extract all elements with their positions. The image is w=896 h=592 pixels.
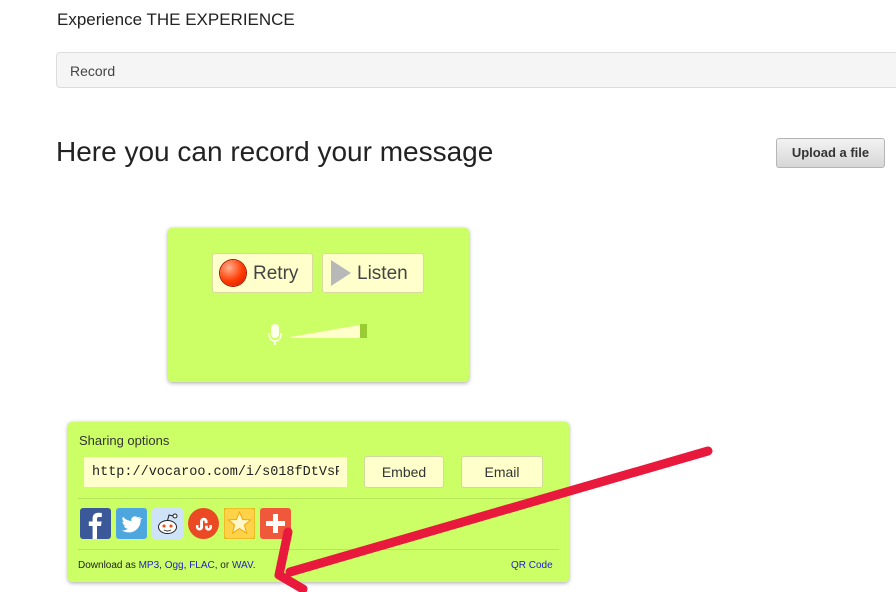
download-links: Download as MP3, Ogg, FLAC, or WAV. [78, 560, 256, 571]
share-url-field[interactable] [84, 457, 347, 487]
add-more-icon[interactable] [260, 508, 291, 539]
divider [78, 498, 559, 499]
separator: , or [214, 560, 232, 571]
retry-button[interactable]: Retry [212, 253, 313, 293]
embed-button[interactable]: Embed [364, 456, 444, 488]
page-title: Experience THE EXPERIENCE [57, 10, 295, 29]
facebook-icon[interactable] [80, 508, 111, 539]
twitter-icon[interactable] [116, 508, 147, 539]
record-tab-label: Record [70, 63, 116, 79]
sharing-panel: Sharing options Embed Email Download as … [68, 422, 569, 582]
listen-label: Listen [357, 263, 408, 284]
input-level-meter [290, 324, 367, 338]
sharing-title: Sharing options [79, 433, 170, 448]
period: . [252, 560, 256, 571]
download-prefix: Download as [78, 560, 136, 571]
play-icon [331, 260, 351, 286]
reddit-icon[interactable] [152, 508, 183, 539]
listen-button[interactable]: Listen [322, 253, 424, 293]
email-button[interactable]: Email [461, 456, 543, 488]
main-heading: Here you can record your message [56, 136, 494, 167]
download-flac-link[interactable]: FLAC [189, 560, 215, 571]
divider [78, 549, 559, 550]
upload-file-button[interactable]: Upload a file [776, 138, 885, 168]
stumbleupon-icon[interactable] [188, 508, 219, 539]
record-icon [220, 260, 246, 286]
download-mp3-link[interactable]: MP3 [139, 560, 160, 571]
retry-label: Retry [253, 263, 299, 284]
qr-code-link[interactable]: QR Code [511, 560, 553, 571]
record-tab-bar[interactable]: Record [56, 52, 896, 88]
recorder-panel: Retry Listen [168, 228, 469, 382]
microphone-icon [268, 324, 282, 345]
favorite-star-icon[interactable] [224, 508, 255, 539]
download-wav-link[interactable]: WAV [232, 560, 253, 571]
download-ogg-link[interactable]: Ogg [165, 560, 184, 571]
